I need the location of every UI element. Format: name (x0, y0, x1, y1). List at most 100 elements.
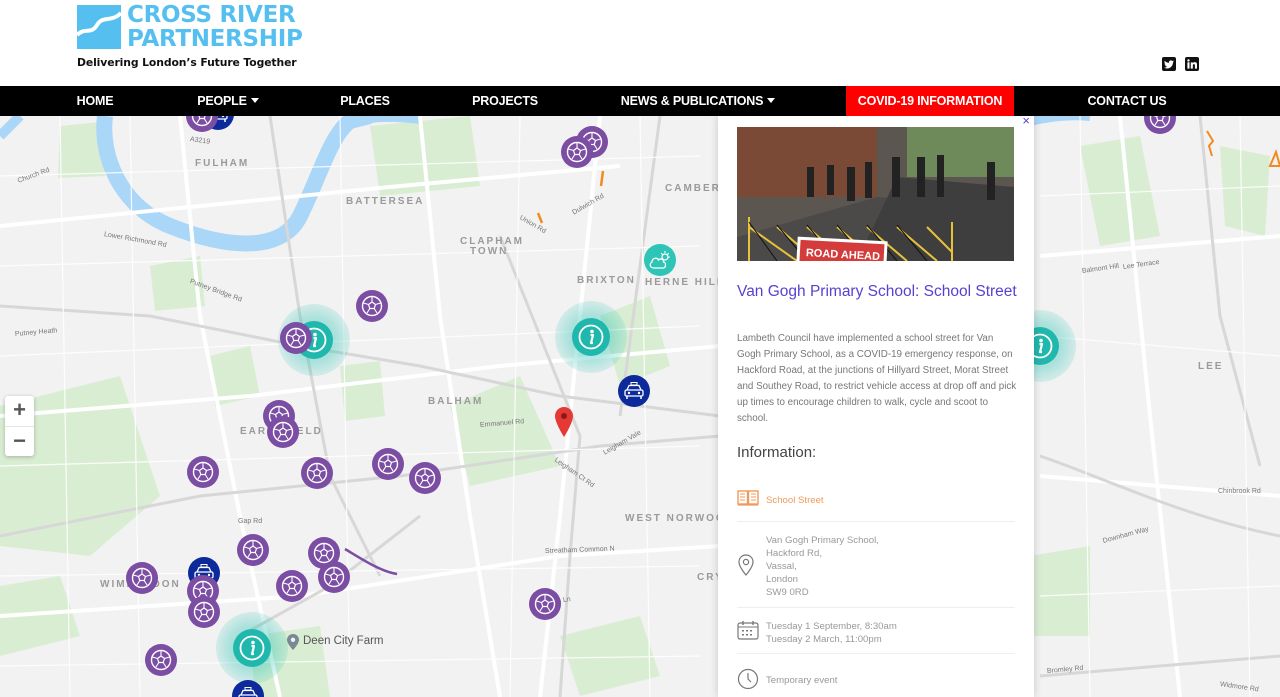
twitter-link[interactable] (1162, 57, 1176, 71)
football-icon (361, 295, 383, 317)
logo-text-line2: PARTNERSHIP (127, 26, 303, 52)
close-panel-button[interactable]: × (1022, 116, 1030, 128)
nav-projects[interactable]: PROJECTS (460, 86, 550, 116)
football-icon (377, 453, 399, 475)
zoom-out-button[interactable]: − (5, 426, 34, 456)
nav-label: CONTACT US (1087, 94, 1167, 108)
book-icon (737, 490, 759, 506)
end-date: Tuesday 2 March, 11:00pm (766, 634, 882, 645)
football-marker[interactable] (126, 562, 158, 594)
map-zoom-control: + − (5, 396, 34, 456)
road-label: Chinbrook Rd (1218, 488, 1261, 495)
info-row-duration: Temporary event (737, 662, 1015, 697)
taxi-icon (238, 687, 258, 697)
info-marker[interactable] (216, 612, 288, 684)
area-label: HERNE HILL (645, 277, 725, 288)
area-label: TOWN (470, 246, 509, 257)
football-marker[interactable] (409, 462, 441, 494)
football-marker[interactable] (318, 561, 350, 593)
red-pin-icon (555, 407, 573, 437)
football-icon (281, 575, 303, 597)
map-canvas[interactable]: FULHAM BATTERSEA CLAPHAM TOWN CAMBERW BR… (0, 116, 1280, 697)
football-marker[interactable] (145, 644, 177, 676)
info-row-address: Van Gogh Primary School, Hackford Rd, Va… (737, 530, 1015, 608)
football-icon (272, 421, 294, 443)
nav-label: PLACES (340, 94, 390, 108)
info-icon (239, 635, 265, 661)
football-icon (306, 462, 328, 484)
road-label: Gap Rd (238, 518, 263, 525)
area-label: BATTERSEA (346, 196, 425, 207)
football-icon (1149, 116, 1171, 129)
football-icon (131, 567, 153, 589)
caret-down-icon (767, 98, 776, 103)
start-date: Tuesday 1 September, 8:30am (766, 621, 897, 632)
event-duration: Temporary event (766, 675, 838, 686)
football-marker[interactable] (187, 456, 219, 488)
football-marker[interactable] (529, 588, 561, 620)
football-marker[interactable] (276, 570, 308, 602)
weather-marker[interactable] (644, 244, 676, 276)
football-marker[interactable] (356, 290, 388, 322)
area-label: BALHAM (428, 396, 484, 407)
football-icon (566, 141, 588, 163)
football-icon (192, 461, 214, 483)
football-marker[interactable] (267, 416, 299, 448)
info-marker[interactable] (555, 301, 627, 373)
nav-news-publications[interactable]: NEWS & PUBLICATIONS (608, 86, 788, 116)
football-marker[interactable] (301, 457, 333, 489)
nav-covid-19-information[interactable]: COVID-19 INFORMATION (846, 86, 1014, 116)
football-marker[interactable] (561, 136, 593, 168)
category-link[interactable]: School Street (766, 494, 824, 507)
football-icon (414, 467, 436, 489)
football-icon (534, 593, 556, 615)
football-icon (285, 327, 307, 349)
map-pin-icon (287, 634, 299, 650)
info-row-category: School Street (737, 486, 1015, 522)
address-line: Vassal, (766, 561, 797, 572)
taxi-icon (624, 382, 644, 399)
nav-label: PROJECTS (472, 94, 538, 108)
nav-contact-us[interactable]: CONTACT US (1072, 86, 1182, 116)
address-line: Van Gogh Primary School, (766, 535, 879, 546)
information-heading: Information: (737, 444, 817, 461)
football-icon (242, 539, 264, 561)
selected-location-pin[interactable] (555, 407, 573, 442)
football-marker[interactable] (372, 448, 404, 480)
event-dates: Tuesday 1 September, 8:30am Tuesday 2 Ma… (766, 620, 897, 646)
calendar-icon (737, 621, 759, 640)
nav-label: COVID-19 INFORMATION (857, 94, 1003, 108)
address-line: London (766, 574, 799, 585)
football-marker[interactable] (237, 534, 269, 566)
project-title[interactable]: Van Gogh Primary School: School Street (737, 281, 1017, 302)
address-line: Hackford Rd, (766, 548, 822, 559)
clock-icon (737, 668, 759, 690)
info-row-dates: Tuesday 1 September, 8:30am Tuesday 2 Ma… (737, 614, 1015, 654)
twitter-icon (1164, 59, 1174, 68)
nav-people[interactable]: PEOPLE (186, 86, 270, 116)
location-icon (738, 554, 754, 576)
address-text: Van Gogh Primary School, Hackford Rd, Va… (766, 534, 879, 599)
nav-label: NEWS & PUBLICATIONS (620, 94, 764, 108)
logo-text-line1: CROSS RIVER (127, 2, 296, 28)
nav-home[interactable]: HOME (58, 86, 132, 116)
area-label: LEE (1198, 361, 1224, 372)
football-marker[interactable] (188, 596, 220, 628)
football-icon (193, 601, 215, 623)
zoom-in-button[interactable]: + (5, 396, 34, 426)
logo-river-icon (77, 5, 121, 49)
cross-river-logo[interactable]: CROSS RIVER PARTNERSHIP Delivering Londo… (77, 2, 317, 73)
weather-icon (649, 251, 670, 269)
football-icon (323, 566, 345, 588)
football-icon (150, 649, 172, 671)
nav-places[interactable]: PLACES (328, 86, 402, 116)
linkedin-link[interactable] (1185, 57, 1199, 71)
football-marker[interactable] (280, 322, 312, 354)
main-nav: HOME PEOPLE PLACES PROJECTS NEWS & PUBLI… (0, 86, 1280, 116)
linkedin-icon (1187, 59, 1197, 69)
address-line: SW9 0RD (766, 587, 809, 598)
taxi-marker[interactable] (618, 375, 650, 407)
project-description: Lambeth Council have implemented a schoo… (737, 333, 1017, 424)
caret-down-icon (250, 98, 259, 103)
project-photo: ROAD AHEAD (737, 127, 1014, 261)
